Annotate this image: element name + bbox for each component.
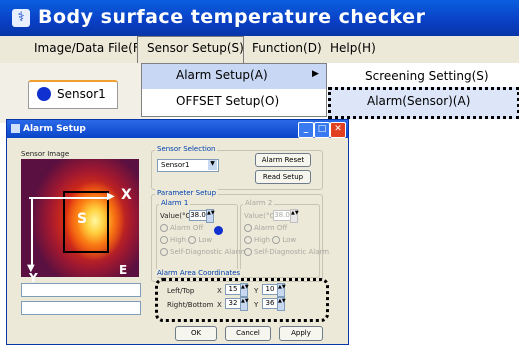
x-label: X <box>217 287 222 295</box>
y-label: Y <box>254 301 259 309</box>
right-bottom-label: Right/Bottom <box>167 301 214 309</box>
menu-item-label: OFFSET Setup(O) <box>176 94 280 108</box>
x-axis-label: X <box>121 187 132 203</box>
tab-sensor1[interactable]: Sensor1 <box>28 80 118 109</box>
alarm-area-label: Alarm Area Coordinates <box>155 269 243 277</box>
end-label: E <box>119 263 128 277</box>
tab-label: Sensor1 <box>57 87 106 101</box>
y-label: Y <box>254 287 259 295</box>
left-top-label: Left/Top <box>167 287 195 295</box>
spinner-icon[interactable]: ▲▼ <box>277 297 286 311</box>
selection-marker-icon <box>214 226 223 235</box>
sensor-selection-label: Sensor Selection <box>155 145 218 153</box>
alarm2-value-input[interactable]: 38.0 <box>273 210 291 221</box>
dialog-titlebar: Alarm Setup _ □ ✕ <box>7 120 348 138</box>
alarm2-label: Alarm 2 <box>243 199 275 207</box>
menu-item-alarm-sensor[interactable]: Alarm(Sensor)(A) <box>328 87 519 119</box>
menu-help[interactable]: Help(H) <box>330 41 376 55</box>
sensor-image-label: Sensor Image <box>21 150 70 158</box>
spinner-icon[interactable]: ▲▼ <box>240 297 249 311</box>
sensor-setup-dropdown: Alarm Setup(A) ▶ OFFSET Setup(O) <box>141 63 329 117</box>
dialog-icon <box>11 124 20 133</box>
read-setup-button[interactable]: Read Setup <box>255 170 311 184</box>
parameter-setup-label: Parameter Setup <box>155 189 219 197</box>
x-label: X <box>217 301 222 309</box>
spinner-icon[interactable]: ▲▼ <box>240 283 249 297</box>
alarm2-spinner-icon[interactable]: ▲▼ <box>290 209 299 223</box>
submenu-arrow-icon: ▶ <box>312 69 319 79</box>
right-bottom-x-input[interactable]: 32 <box>225 298 241 309</box>
menu-function[interactable]: Function(D) <box>252 41 322 55</box>
menu-item-offset-setup[interactable]: OFFSET Setup(O) <box>142 90 328 115</box>
x-axis-arrow <box>29 197 109 199</box>
maximize-icon[interactable]: □ <box>314 122 330 138</box>
right-bottom-y-input[interactable]: 36 <box>262 298 278 309</box>
area-label: S <box>77 211 88 227</box>
menu-bar: Image/Data File(F) Sensor Setup(S) Funct… <box>0 36 519 64</box>
alarm1-opt-high-low[interactable]: High Low <box>160 236 212 244</box>
close-icon[interactable]: ✕ <box>330 122 346 138</box>
alarm1-opt-off[interactable]: Alarm Off <box>160 224 203 232</box>
menu-item-label: Alarm(Sensor)(A) <box>367 94 471 108</box>
menu-sensor-setup-label[interactable]: Sensor Setup(S) <box>147 41 244 55</box>
status-field-1 <box>21 283 141 297</box>
alarm1-opt-selfdiag[interactable]: Self-Diagnostic Alarm <box>160 248 245 256</box>
sensor-select[interactable]: Sensor1 ▼ <box>157 159 219 172</box>
left-top-x-input[interactable]: 15 <box>225 284 241 295</box>
chevron-down-icon: ▼ <box>208 160 217 170</box>
alarm2-opt-selfdiag[interactable]: Self-Diagnostic Alarm <box>244 248 329 256</box>
spinner-icon[interactable]: ▲▼ <box>277 283 286 297</box>
sensor-select-value: Sensor1 <box>161 161 190 169</box>
alarm1-label: Alarm 1 <box>159 199 191 207</box>
alarm1-spinner-icon[interactable]: ▲▼ <box>206 209 215 223</box>
alarm2-opt-off[interactable]: Alarm Off <box>244 224 287 232</box>
status-field-2 <box>21 301 141 315</box>
sensor-status-icon <box>37 87 51 101</box>
thermal-image: ▶ X ▼ S Y E <box>21 159 139 285</box>
apply-button[interactable]: Apply <box>279 326 323 341</box>
left-top-y-input[interactable]: 10 <box>262 284 278 295</box>
cancel-button[interactable]: Cancel <box>225 326 271 341</box>
app-titlebar: ⚕ Body surface temperature checker <box>0 0 519 36</box>
menu-item-label: Alarm Setup(A) <box>176 68 268 82</box>
app-title: Body surface temperature checker <box>38 6 426 28</box>
alarm-reset-button[interactable]: Alarm Reset <box>255 153 311 167</box>
menu-item-screening-setting[interactable]: Screening Setting(S) <box>365 69 489 83</box>
y-axis-arrow <box>31 197 33 267</box>
alarm-setup-dialog: Alarm Setup _ □ ✕ Sensor Image ▶ X ▼ S Y… <box>6 119 349 345</box>
minimize-icon[interactable]: _ <box>298 122 314 138</box>
alarm1-value-input[interactable]: 38.0 <box>189 210 207 221</box>
menu-file[interactable]: Image/Data File(F) <box>34 41 144 55</box>
alarm2-opt-high-low[interactable]: High Low <box>244 236 296 244</box>
app-logo-icon: ⚕ <box>12 9 30 27</box>
menu-item-alarm-setup[interactable]: Alarm Setup(A) ▶ <box>142 64 328 89</box>
dialog-title: Alarm Setup <box>23 124 86 134</box>
ok-button[interactable]: OK <box>175 326 217 341</box>
